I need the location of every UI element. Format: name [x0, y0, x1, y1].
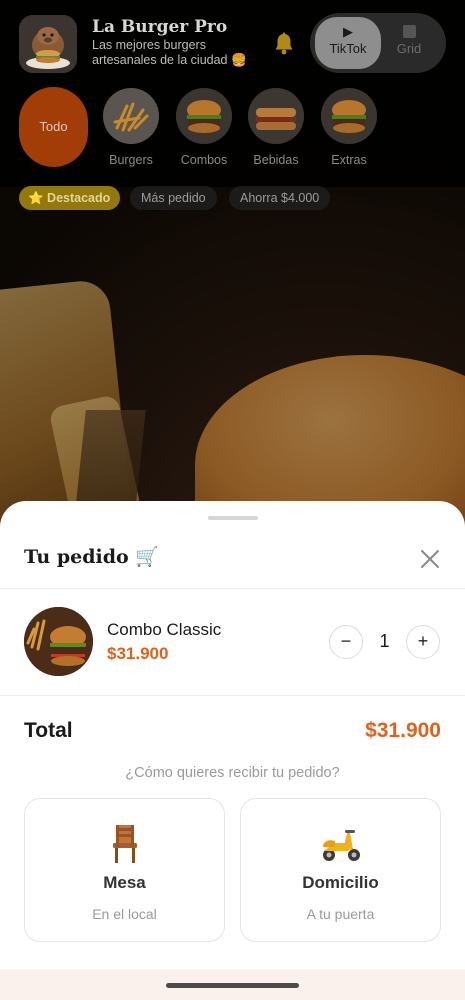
option-mesa-title: Mesa — [103, 873, 146, 892]
order-bottom-sheet: Tu pedido 🛒 Combo Classic $31.900 − 1 + … — [0, 501, 465, 1000]
divider — [0, 695, 465, 696]
category-combos[interactable]: Combos — [174, 88, 234, 167]
fries-thumb-icon — [103, 88, 159, 144]
chair-icon — [103, 821, 147, 865]
order-title: Tu pedido 🛒 — [24, 546, 159, 568]
option-mesa-subtitle: En el local — [92, 906, 157, 922]
popular-badge: Más pedido — [130, 186, 217, 210]
view-mode-toggle: ▶ TikTok Grid — [310, 13, 446, 73]
brand-name: La Burger Pro — [92, 17, 228, 37]
sheet-drag-handle[interactable] — [208, 516, 258, 520]
brand-tagline: Las mejores burgers artesanales de la ci… — [92, 38, 247, 67]
brand-logo — [19, 15, 77, 73]
home-indicator[interactable] — [166, 983, 299, 988]
item-quantity: 1 — [379, 631, 390, 651]
item-price: $31.900 — [107, 644, 169, 663]
scooter-icon — [319, 821, 363, 865]
featured-badge: ⭐ Destacado — [19, 186, 121, 210]
decrease-quantity-button[interactable]: − — [329, 625, 363, 659]
view-toggle-tiktok[interactable]: ▶ TikTok — [315, 17, 381, 69]
burger-thumb-icon — [176, 88, 232, 144]
category-burgers[interactable]: Burgers — [101, 88, 161, 167]
play-icon: ▶ — [343, 24, 353, 39]
total-label: Total — [24, 719, 73, 742]
divider — [0, 588, 465, 589]
category-combos-label: Combos — [180, 153, 228, 167]
category-todo[interactable]: Todo — [19, 87, 88, 167]
option-domicilio[interactable]: Domicilio A tu puerta — [240, 798, 441, 942]
option-domicilio-subtitle: A tu puerta — [306, 906, 375, 922]
savings-badge: Ahorra $4.000 — [229, 186, 331, 210]
category-bebidas[interactable]: Bebidas — [246, 88, 306, 167]
item-name: Combo Classic — [107, 620, 222, 639]
total-value: $31.900 — [365, 719, 441, 742]
burger-thumb-icon — [321, 88, 377, 144]
combo-item-image — [24, 607, 93, 676]
view-toggle-grid[interactable]: Grid — [376, 17, 442, 69]
view-toggle-grid-label: Grid — [396, 41, 422, 56]
category-bebidas-label: Bebidas — [253, 153, 299, 167]
view-toggle-tiktok-label: TikTok — [329, 41, 367, 56]
close-icon[interactable] — [416, 545, 444, 573]
bell-icon[interactable] — [271, 31, 297, 57]
delivery-question: ¿Cómo quieres recibir tu pedido? — [125, 765, 340, 781]
option-mesa[interactable]: Mesa En el local — [24, 798, 225, 942]
increase-quantity-button[interactable]: + — [406, 625, 440, 659]
category-burgers-label: Burgers — [109, 153, 153, 167]
category-extras[interactable]: Extras — [319, 88, 379, 167]
option-domicilio-title: Domicilio — [302, 873, 379, 892]
category-extras-label: Extras — [331, 153, 367, 167]
sandwich-thumb-icon — [248, 88, 304, 144]
grid-icon — [376, 17, 442, 39]
